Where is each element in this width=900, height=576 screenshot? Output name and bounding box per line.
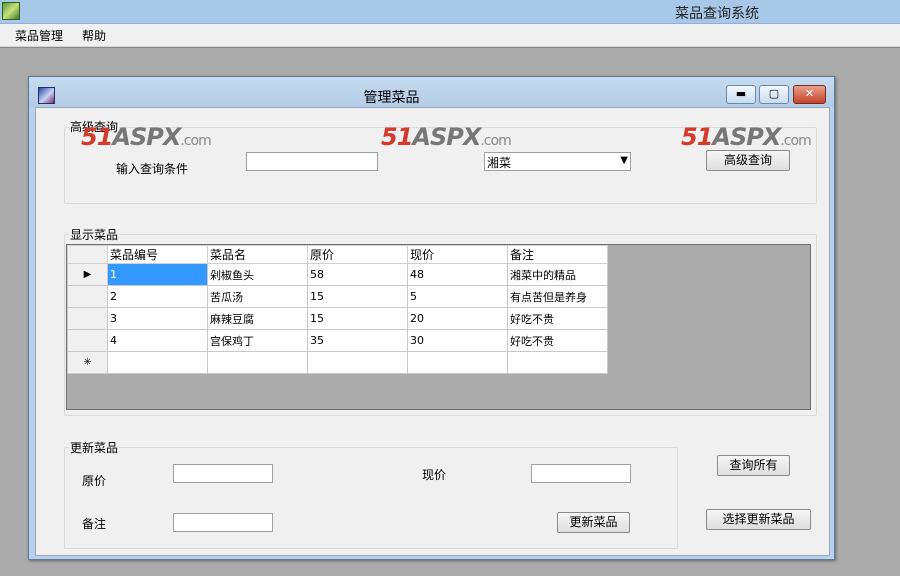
new-row-asterisk-icon[interactable]: ✳ <box>67 351 108 374</box>
table-cell[interactable] <box>307 351 408 374</box>
row-header[interactable] <box>67 307 108 330</box>
close-button[interactable]: ✕ <box>793 85 826 104</box>
table-cell[interactable] <box>407 351 508 374</box>
advanced-search-button[interactable]: 高级查询 <box>706 150 790 171</box>
table-row[interactable]: 3 麻辣豆腐 15 20 好吃不贵 <box>67 307 608 330</box>
app-titlebar: 菜品查询系统 <box>0 0 900 24</box>
table-cell[interactable]: 48 <box>407 263 508 286</box>
new-row[interactable]: ✳ <box>67 351 608 374</box>
table-cell[interactable]: 20 <box>407 307 508 330</box>
table-row[interactable]: 2 苦瓜汤 15 5 有点苦但是养身 <box>67 285 608 308</box>
row-header-corner <box>67 245 108 264</box>
child-window-title: 管理菜品 <box>363 90 420 106</box>
table-cell[interactable] <box>207 351 308 374</box>
table-cell[interactable]: 15 <box>307 307 408 330</box>
maximize-button[interactable]: ▢ <box>759 85 789 104</box>
table-cell[interactable]: 35 <box>307 329 408 352</box>
table-cell[interactable]: 剁椒鱼头 <box>207 263 308 286</box>
select-update-dish-button[interactable]: 选择更新菜品 <box>706 509 811 530</box>
column-header[interactable]: 菜品名 <box>207 245 308 264</box>
table-cell[interactable]: 宫保鸡丁 <box>207 329 308 352</box>
update-group-label: 更新菜品 <box>69 439 120 456</box>
note-input[interactable] <box>173 513 273 532</box>
table-cell[interactable]: 有点苦但是养身 <box>507 285 608 308</box>
table-row[interactable]: ▶ 1 剁椒鱼头 58 48 湘菜中的精品 <box>67 263 608 286</box>
watermark-logo: 51ASPX.com <box>81 123 212 151</box>
note-label: 备注 <box>82 517 107 531</box>
app-title: 菜品查询系统 <box>675 6 759 22</box>
table-cell[interactable]: 好吃不贵 <box>507 329 608 352</box>
watermark-logo: 51ASPX.com <box>381 123 512 151</box>
category-selected-value: 湘菜 <box>487 156 512 170</box>
category-select[interactable]: 湘菜 ▼ <box>484 152 631 171</box>
table-header-row: 菜品编号 菜品名 原价 现价 备注 <box>67 245 608 264</box>
condition-label: 输入查询条件 <box>116 162 189 176</box>
manage-dishes-window: 管理菜品 ▬ ▢ ✕ 高级查询 51ASPX.com 51ASPX.com 51… <box>28 76 835 560</box>
table-cell[interactable]: 湘菜中的精品 <box>507 263 608 286</box>
table-cell[interactable]: 5 <box>407 285 508 308</box>
current-price-input[interactable] <box>531 464 631 483</box>
table-cell[interactable]: 麻辣豆腐 <box>207 307 308 330</box>
child-titlebar[interactable]: 管理菜品 ▬ ▢ ✕ <box>29 77 834 107</box>
original-price-input[interactable] <box>173 464 273 483</box>
chevron-down-icon: ▼ <box>620 155 628 166</box>
update-group <box>64 447 678 549</box>
minimize-button[interactable]: ▬ <box>726 85 756 104</box>
original-price-label: 原价 <box>82 474 107 488</box>
table-cell[interactable] <box>107 351 208 374</box>
table-cell[interactable] <box>507 351 608 374</box>
current-price-label: 现价 <box>422 468 447 482</box>
table-cell[interactable]: 3 <box>107 307 208 330</box>
row-header[interactable] <box>67 285 108 308</box>
dishes-table: 菜品编号 菜品名 原价 现价 备注 ▶ 1 剁椒鱼头 58 48 湘菜中的精品 … <box>67 245 608 374</box>
watermark-logo: 51ASPX.com <box>681 123 812 151</box>
table-cell[interactable]: 好吃不贵 <box>507 307 608 330</box>
form-client-area: 高级查询 51ASPX.com 51ASPX.com 51ASPX.com 输入… <box>35 107 830 556</box>
column-header[interactable]: 原价 <box>307 245 408 264</box>
table-cell[interactable]: 15 <box>307 285 408 308</box>
query-all-button[interactable]: 查询所有 <box>717 455 790 476</box>
minimize-icon: ▬ <box>735 87 747 100</box>
maximize-icon: ▢ <box>768 87 780 100</box>
display-group-label: 显示菜品 <box>69 226 120 243</box>
dishes-datagrid[interactable]: 菜品编号 菜品名 原价 现价 备注 ▶ 1 剁椒鱼头 58 48 湘菜中的精品 … <box>66 244 811 410</box>
table-cell[interactable]: 2 <box>107 285 208 308</box>
current-row-indicator-icon[interactable]: ▶ <box>67 263 108 286</box>
table-cell[interactable]: 4 <box>107 329 208 352</box>
table-cell[interactable]: 1 <box>107 263 208 286</box>
update-dish-button[interactable]: 更新菜品 <box>557 512 630 533</box>
row-header[interactable] <box>67 329 108 352</box>
condition-input[interactable] <box>246 152 378 171</box>
app-icon <box>2 2 20 20</box>
menu-help[interactable]: 帮助 <box>80 27 108 44</box>
menu-dish-management[interactable]: 菜品管理 <box>13 27 65 44</box>
table-cell[interactable]: 30 <box>407 329 508 352</box>
column-header[interactable]: 现价 <box>407 245 508 264</box>
column-header[interactable]: 备注 <box>507 245 608 264</box>
close-icon: ✕ <box>804 87 815 100</box>
column-header[interactable]: 菜品编号 <box>107 245 208 264</box>
menu-bar: 菜品管理 帮助 <box>0 24 900 47</box>
table-cell[interactable]: 58 <box>307 263 408 286</box>
table-cell[interactable]: 苦瓜汤 <box>207 285 308 308</box>
table-row[interactable]: 4 宫保鸡丁 35 30 好吃不贵 <box>67 329 608 352</box>
